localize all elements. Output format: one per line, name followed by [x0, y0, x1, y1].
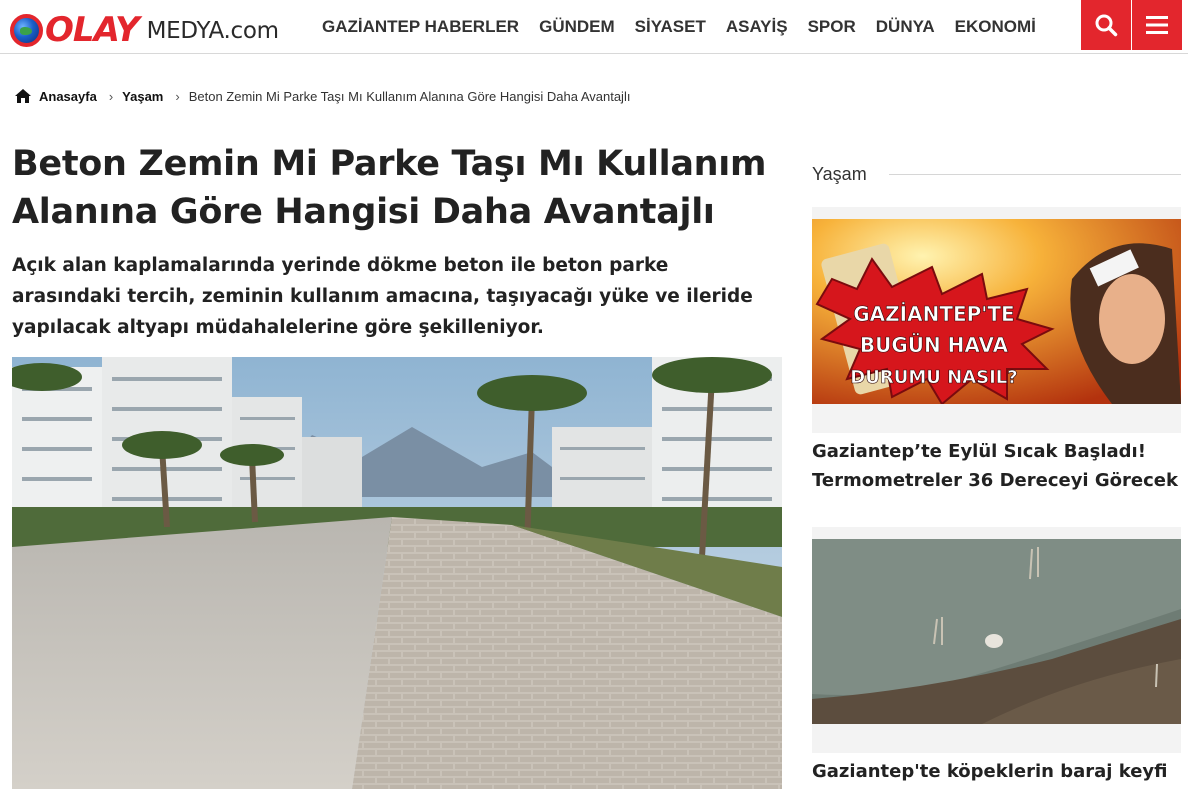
- thumbnail-text-line-3: DURUMU NASIL?: [850, 367, 1017, 388]
- globe-icon: [10, 13, 43, 47]
- sidebar-card[interactable]: GAZİANTEP'TE BUGÜN HAVA DURUMU NASIL? Ga…: [812, 207, 1181, 507]
- nav-item-asayis[interactable]: ASAYİŞ: [726, 17, 788, 37]
- article-summary: Açık alan kaplamalarında yerinde dökme b…: [12, 255, 753, 338]
- nav-item-gaziantep-haberler[interactable]: GAZİANTEP HABERLER: [322, 17, 519, 37]
- weather-thumbnail: GAZİANTEP'TE BUGÜN HAVA DURUMU NASIL?: [812, 219, 1181, 404]
- logo-olay: OLAY: [10, 10, 140, 50]
- nav-item-gundem[interactable]: GÜNDEM: [539, 17, 615, 37]
- logo-primary-text: OLAY: [45, 10, 140, 50]
- thumbnail-text-line-2: BUGÜN HAVA: [860, 333, 1009, 357]
- nav-item-spor[interactable]: SPOR: [808, 17, 856, 37]
- nav-item-siyaset[interactable]: SİYASET: [635, 17, 706, 37]
- card-title-link[interactable]: Gaziantep'te köpeklerin baraj keyfi: [812, 753, 1181, 796]
- menu-button[interactable]: [1132, 0, 1182, 50]
- sidebar-heading-divider: [888, 173, 1181, 175]
- site-header: OLAY MEDYA.com GAZİANTEP HABERLER GÜNDEM…: [0, 0, 1188, 54]
- home-icon: [15, 89, 31, 103]
- sidebar-heading: Yaşam: [812, 162, 1181, 186]
- card-title-link[interactable]: Gaziantep’te Eylül Sıcak Başladı! Termom…: [812, 433, 1181, 507]
- breadcrumb-home-link[interactable]: Anasayfa: [39, 89, 97, 104]
- chevron-right-icon: ›: [108, 88, 114, 104]
- logo-secondary-text: MEDYA.com: [146, 18, 279, 44]
- breadcrumb-category-link[interactable]: Yaşam: [122, 89, 163, 104]
- site-logo[interactable]: OLAY MEDYA.com: [10, 6, 279, 48]
- breadcrumb-current: Beton Zemin Mi Parke Taşı Mı Kullanım Al…: [188, 88, 631, 104]
- article-title: Beton Zemin Mi Parke Taşı Mı Kullanım Al…: [12, 144, 767, 232]
- breadcrumb: Anasayfa › Yaşam › Beton Zemin Mi Parke …: [15, 86, 630, 106]
- card-thumbnail[interactable]: [812, 539, 1181, 724]
- chevron-right-icon: ›: [175, 88, 180, 104]
- nav-item-dunya[interactable]: DÜNYA: [876, 17, 935, 37]
- dam-thumbnail: [812, 539, 1181, 724]
- hero-illustration: [12, 357, 782, 789]
- card-thumbnail[interactable]: GAZİANTEP'TE BUGÜN HAVA DURUMU NASIL?: [812, 219, 1181, 404]
- thumbnail-text-line-1: GAZİANTEP'TE: [853, 302, 1014, 326]
- sidebar-card[interactable]: Gaziantep'te köpeklerin baraj keyfi: [812, 527, 1181, 796]
- hamburger-menu-icon: [1146, 16, 1168, 34]
- sidebar-heading-label[interactable]: Yaşam: [812, 164, 867, 185]
- main-nav: GAZİANTEP HABERLER GÜNDEM SİYASET ASAYİŞ…: [312, 0, 1046, 54]
- article-hero-image: [12, 357, 782, 789]
- nav-item-ekonomi[interactable]: EKONOMİ: [955, 17, 1036, 37]
- search-icon: [1095, 14, 1118, 37]
- search-button[interactable]: [1081, 0, 1131, 50]
